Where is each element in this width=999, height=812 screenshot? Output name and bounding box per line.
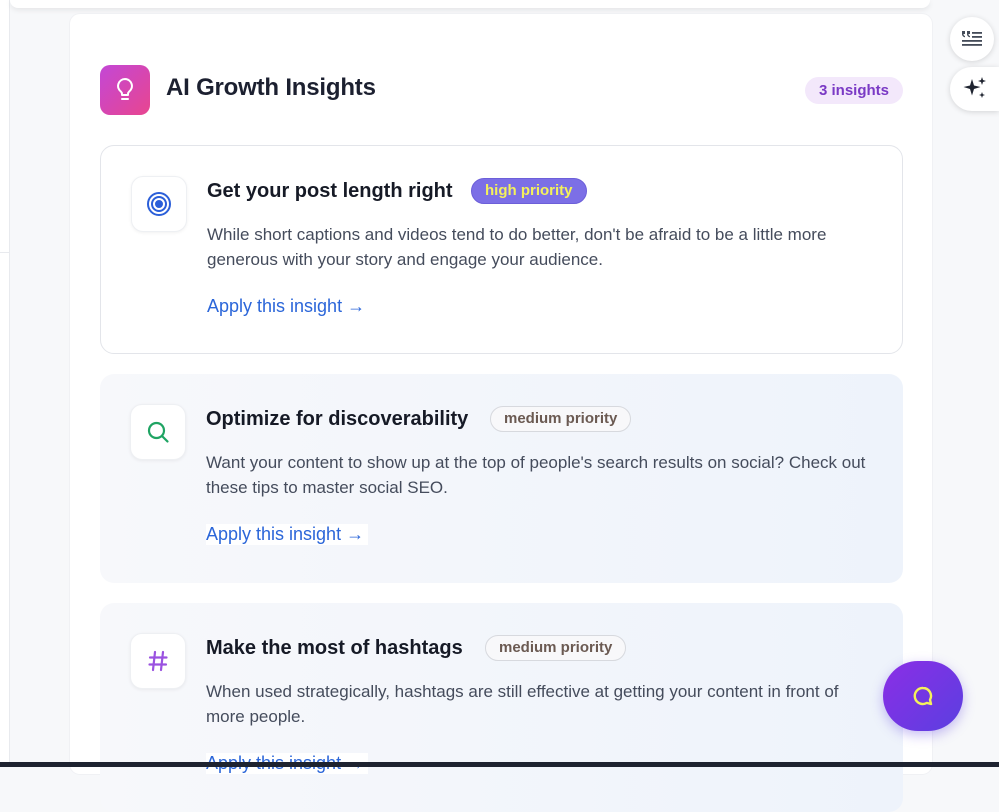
quote-list-icon[interactable] xyxy=(950,17,994,61)
insight-description: While short captions and videos tend to … xyxy=(207,225,827,269)
target-icon xyxy=(131,176,187,232)
left-sidebar-edge xyxy=(0,0,10,767)
insight-card: Get your post length right high priority… xyxy=(100,145,903,354)
chat-button[interactable] xyxy=(883,661,963,731)
top-bar xyxy=(10,0,930,8)
chat-icon xyxy=(913,686,933,706)
insight-card: Make the most of hashtags medium priorit… xyxy=(100,603,903,812)
lightbulb-icon xyxy=(100,65,150,115)
insight-title: Optimize for discoverability xyxy=(206,408,469,430)
priority-badge: high priority xyxy=(471,178,587,204)
insight-card: Optimize for discoverability medium prio… xyxy=(100,374,903,583)
priority-badge: medium priority xyxy=(490,406,632,432)
insight-title: Get your post length right xyxy=(207,180,453,202)
hashtag-icon xyxy=(130,633,186,689)
apply-insight-link[interactable]: Apply this insight → xyxy=(206,524,369,545)
bottom-edge xyxy=(0,762,999,767)
divider xyxy=(0,252,10,253)
page-title: AI Growth Insights xyxy=(166,74,376,101)
search-icon xyxy=(130,404,186,460)
apply-insight-link[interactable]: Apply this insight → xyxy=(207,296,370,317)
sparkles-icon[interactable] xyxy=(950,67,999,111)
priority-badge: medium priority xyxy=(485,635,627,661)
insights-count-badge: 3 insights xyxy=(805,77,904,104)
insight-description: When used strategically, hashtags are st… xyxy=(206,682,839,726)
insight-description: Want your content to show up at the top … xyxy=(206,453,866,497)
insight-title: Make the most of hashtags xyxy=(206,637,463,659)
